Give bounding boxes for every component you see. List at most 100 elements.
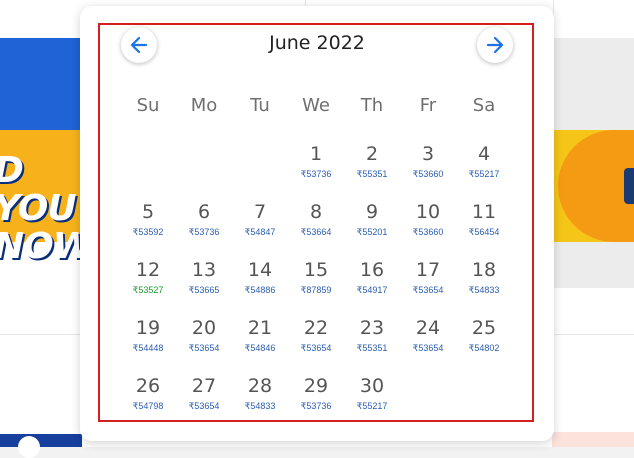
calendar-day[interactable]: 11 ₹56454 xyxy=(457,201,511,249)
day-number: 15 xyxy=(303,259,329,281)
calendar-day[interactable]: 20 ₹53654 xyxy=(177,317,231,365)
day-fare-price: ₹53592 xyxy=(132,227,164,237)
day-number: 8 xyxy=(309,201,323,223)
day-number: 5 xyxy=(141,201,155,223)
day-number: 27 xyxy=(191,375,217,397)
calendar-day[interactable]: 12 ₹53527 xyxy=(121,259,175,307)
calendar-day[interactable]: 25 ₹54802 xyxy=(457,317,511,365)
day-fare-price: ₹53736 xyxy=(300,401,332,411)
day-fare-price: ₹53660 xyxy=(412,169,444,179)
calendar-day[interactable]: 13 ₹53665 xyxy=(177,259,231,307)
day-fare-price: ₹54798 xyxy=(132,401,164,411)
day-number: 22 xyxy=(303,317,329,339)
day-fare-price: ₹53654 xyxy=(412,343,444,353)
calendar-day[interactable]: 4 ₹55217 xyxy=(457,143,511,191)
day-number: 4 xyxy=(477,143,491,165)
day-number: 23 xyxy=(359,317,385,339)
day-fare-price: ₹53660 xyxy=(412,227,444,237)
day-number: 9 xyxy=(365,201,379,223)
calendar-day[interactable]: 27 ₹53654 xyxy=(177,375,231,423)
calendar-day[interactable]: 5 ₹53592 xyxy=(121,201,175,249)
calendar-day[interactable]: 16 ₹54917 xyxy=(345,259,399,307)
weekday-label: Su xyxy=(136,95,160,116)
day-fare-price: ₹55201 xyxy=(356,227,388,237)
day-number: 7 xyxy=(253,201,267,223)
arrow-right-icon xyxy=(486,36,504,54)
day-fare-price: ₹53736 xyxy=(300,169,332,179)
calendar-day[interactable]: 21 ₹54846 xyxy=(233,317,287,365)
calendar-day[interactable]: 22 ₹53654 xyxy=(289,317,343,365)
day-fare-price: ₹54833 xyxy=(468,285,500,295)
day-fare-price: ₹53654 xyxy=(412,285,444,295)
day-fare-price: ₹54917 xyxy=(356,285,388,295)
calendar-day[interactable]: 24 ₹53654 xyxy=(401,317,455,365)
check-icon xyxy=(18,436,40,458)
day-number: 11 xyxy=(471,201,497,223)
bottom-card-right[interactable] xyxy=(552,432,634,447)
day-number: 1 xyxy=(309,143,323,165)
calendar-day[interactable]: 17 ₹53654 xyxy=(401,259,455,307)
promo-banner-left[interactable]: D YOU NOW xyxy=(0,38,82,288)
calendar-day[interactable]: 30 ₹55217 xyxy=(345,375,399,423)
day-number: 24 xyxy=(415,317,441,339)
banner-promo-text: D YOU NOW xyxy=(0,152,82,266)
calendar-day[interactable]: 2 ₹55351 xyxy=(345,143,399,191)
day-number: 30 xyxy=(359,375,385,397)
calendar-day[interactable]: 19 ₹54448 xyxy=(121,317,175,365)
calendar-day[interactable]: 8 ₹53664 xyxy=(289,201,343,249)
day-number: 29 xyxy=(303,375,329,397)
weekday-label: Mo xyxy=(190,95,218,116)
calendar-day[interactable]: 29 ₹53736 xyxy=(289,375,343,423)
day-fare-price: ₹53654 xyxy=(188,343,220,353)
calendar-day[interactable]: 28 ₹54833 xyxy=(233,375,287,423)
calendar-day[interactable]: 10 ₹53660 xyxy=(401,201,455,249)
banner-button[interactable] xyxy=(624,168,634,204)
day-number: 17 xyxy=(415,259,441,281)
day-number: 2 xyxy=(365,143,379,165)
calendar-day[interactable]: 14 ₹54886 xyxy=(233,259,287,307)
calendar-day[interactable]: 6 ₹53736 xyxy=(177,201,231,249)
day-fare-price: ₹54833 xyxy=(244,401,276,411)
lowest-fare-price: ₹53527 xyxy=(132,285,164,295)
calendar-day[interactable]: 1 ₹53736 xyxy=(289,143,343,191)
day-number: 14 xyxy=(247,259,273,281)
weekday-label: We xyxy=(302,95,330,116)
calendar-day[interactable]: 26 ₹54798 xyxy=(121,375,175,423)
day-number: 28 xyxy=(247,375,273,397)
bottom-card-left[interactable] xyxy=(0,434,82,458)
calendar-day[interactable]: 9 ₹55201 xyxy=(345,201,399,249)
day-fare-price: ₹87859 xyxy=(300,285,332,295)
banner-promo-line2: NOW xyxy=(0,226,82,267)
day-number: 16 xyxy=(359,259,385,281)
next-month-button[interactable] xyxy=(477,27,513,63)
day-fare-price: ₹53664 xyxy=(300,227,332,237)
banner-promo-line1: D YOU xyxy=(0,152,77,229)
day-fare-price: ₹53665 xyxy=(188,285,220,295)
weekday-label: Th xyxy=(360,95,384,116)
day-number: 25 xyxy=(471,317,497,339)
day-fare-price: ₹54846 xyxy=(244,343,276,353)
day-fare-price: ₹55351 xyxy=(356,343,388,353)
calendar-day[interactable]: 23 ₹55351 xyxy=(345,317,399,365)
promo-banner-right[interactable] xyxy=(552,38,634,288)
calendar-day[interactable]: 3 ₹53660 xyxy=(401,143,455,191)
day-number: 20 xyxy=(191,317,217,339)
day-number: 21 xyxy=(247,317,273,339)
date-picker-popup: June 2022 Su Mo Tu We Th Fr Sa 1 ₹53736 2 ₹55351 3… xyxy=(80,6,554,441)
day-number: 6 xyxy=(197,201,211,223)
calendar-day[interactable]: 18 ₹54833 xyxy=(457,259,511,307)
day-fare-price: ₹54886 xyxy=(244,285,276,295)
day-fare-price: ₹55351 xyxy=(356,169,388,179)
calendar-day[interactable]: 7 ₹54847 xyxy=(233,201,287,249)
day-fare-price: ₹55217 xyxy=(468,169,500,179)
day-fare-price: ₹53736 xyxy=(188,227,220,237)
day-number: 10 xyxy=(415,201,441,223)
day-number: 19 xyxy=(135,317,161,339)
weekday-label: Tu xyxy=(250,95,270,116)
day-fare-price: ₹55217 xyxy=(356,401,388,411)
day-fare-price: ₹54448 xyxy=(132,343,164,353)
calendar-day[interactable]: 15 ₹87859 xyxy=(289,259,343,307)
day-fare-price: ₹53654 xyxy=(188,401,220,411)
day-fare-price: ₹56454 xyxy=(468,227,500,237)
day-fare-price: ₹54847 xyxy=(244,227,276,237)
